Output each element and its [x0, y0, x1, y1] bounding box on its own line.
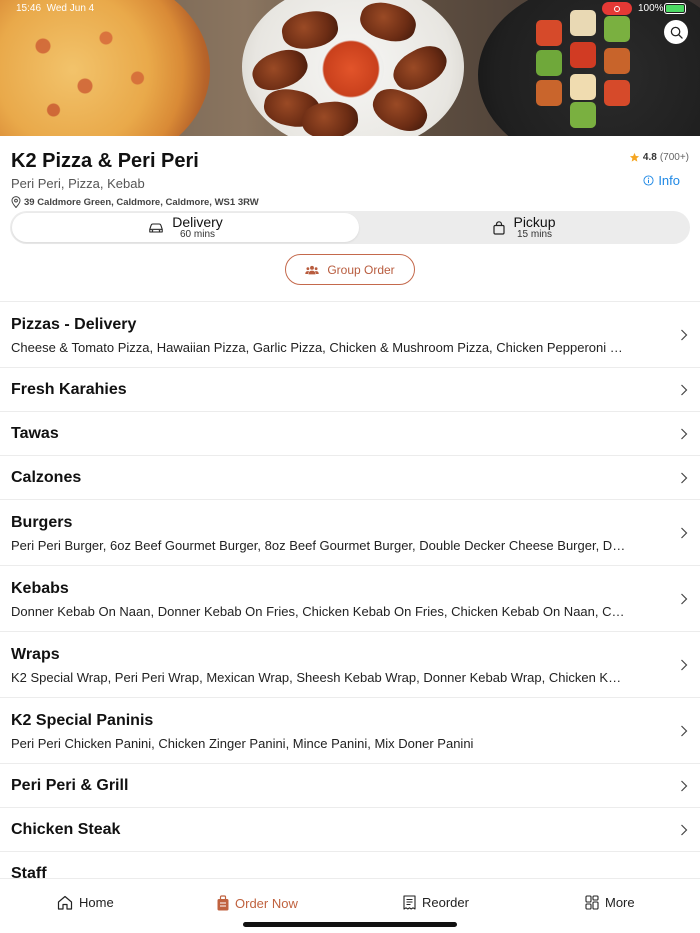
- battery-percent: 100%: [638, 3, 664, 14]
- nav-order-now[interactable]: Order Now: [217, 895, 298, 911]
- pickup-option[interactable]: Pickup 15 mins: [361, 213, 688, 242]
- search-button[interactable]: [664, 20, 688, 44]
- battery-icon: [664, 3, 686, 14]
- delivery-option[interactable]: Delivery 60 mins: [12, 213, 359, 242]
- restaurant-address: 39 Caldmore Green, Caldmore, Caldmore, W…: [11, 196, 259, 208]
- nav-more-label: More: [605, 895, 635, 910]
- category-name: Chicken Steak: [11, 821, 121, 838]
- category-item[interactable]: Peri Peri & Grill: [0, 764, 700, 808]
- restaurant-name: K2 Pizza & Peri Peri: [11, 150, 199, 172]
- pickup-label: Pickup: [513, 213, 556, 230]
- info-icon: [643, 175, 654, 186]
- shopping-bag-icon: [493, 220, 506, 235]
- chevron-right-icon: [681, 472, 688, 483]
- nav-home[interactable]: Home: [57, 895, 114, 910]
- nav-home-label: Home: [79, 895, 114, 910]
- rating-value: 4.8: [642, 152, 657, 163]
- group-order-label: Group Order: [327, 262, 395, 277]
- delivery-label: Delivery: [172, 213, 223, 230]
- category-name: Burgers: [11, 514, 73, 531]
- screen-recording-icon: [602, 2, 632, 15]
- receipt-icon: [403, 895, 416, 910]
- category-item[interactable]: Fresh Karahies: [0, 368, 700, 412]
- home-icon: [57, 895, 73, 910]
- chevron-right-icon: [681, 329, 688, 340]
- category-description: Peri Peri Chicken Panini, Chicken Zinger…: [11, 736, 474, 751]
- category-item[interactable]: Calzones: [0, 456, 700, 500]
- group-order-button[interactable]: Group Order: [285, 254, 415, 285]
- car-icon: [149, 222, 163, 233]
- star-icon: [629, 152, 639, 162]
- pickup-time: 15 mins: [516, 228, 552, 240]
- category-name: Kebabs: [11, 580, 69, 597]
- category-item[interactable]: Pizzas - Delivery Cheese & Tomato Pizza,…: [0, 302, 700, 368]
- address-text: 39 Caldmore Green, Caldmore, Caldmore, W…: [24, 196, 259, 208]
- rating-count: (700+): [659, 152, 689, 163]
- category-description: Donner Kebab On Naan, Donner Kebab On Fr…: [11, 604, 626, 619]
- category-name: Calzones: [11, 469, 82, 486]
- category-item[interactable]: Tawas: [0, 412, 700, 456]
- category-name: Peri Peri & Grill: [11, 777, 129, 794]
- nav-reorder-label: Reorder: [422, 895, 469, 910]
- category-name: Pizzas - Delivery: [11, 316, 137, 333]
- chevron-right-icon: [681, 527, 688, 538]
- category-description: K2 Special Wrap, Peri Peri Wrap, Mexican…: [11, 670, 626, 685]
- order-bag-icon: [217, 895, 229, 911]
- sauce-dip-image: [318, 38, 384, 100]
- category-name: Tawas: [11, 425, 59, 442]
- skewers-image: [478, 0, 700, 136]
- search-icon: [670, 26, 683, 39]
- fulfilment-toggle: Delivery 60 mins Pickup 15 mins: [10, 211, 690, 244]
- chevron-right-icon: [681, 824, 688, 835]
- chevron-right-icon: [681, 384, 688, 395]
- category-item[interactable]: Chicken Steak: [0, 808, 700, 852]
- nav-more[interactable]: More: [585, 895, 635, 910]
- chevron-right-icon: [681, 725, 688, 736]
- chevron-right-icon: [681, 659, 688, 670]
- category-name: Wraps: [11, 646, 60, 663]
- grid-icon: [585, 895, 599, 910]
- nav-reorder[interactable]: Reorder: [403, 895, 469, 910]
- info-link[interactable]: Info: [643, 173, 680, 188]
- status-bar: 15:46 Wed Jun 4 100%: [0, 0, 700, 18]
- chevron-right-icon: [681, 428, 688, 439]
- category-name: K2 Special Paninis: [11, 712, 154, 729]
- category-description: Peri Peri Burger, 6oz Beef Gourmet Burge…: [11, 538, 626, 553]
- chevron-right-icon: [681, 593, 688, 604]
- nav-order-now-label: Order Now: [235, 895, 298, 911]
- group-icon: [305, 265, 320, 274]
- home-indicator: [243, 922, 457, 927]
- restaurant-cuisines: Peri Peri, Pizza, Kebab: [11, 176, 145, 191]
- category-item[interactable]: Wraps K2 Special Wrap, Peri Peri Wrap, M…: [0, 632, 700, 698]
- category-item[interactable]: Kebabs Donner Kebab On Naan, Donner Keba…: [0, 566, 700, 632]
- pizza-image: [0, 0, 210, 136]
- info-label: Info: [658, 173, 680, 188]
- status-time: 15:46 Wed Jun 4: [16, 3, 95, 14]
- category-name: Fresh Karahies: [11, 381, 127, 398]
- delivery-time: 60 mins: [179, 228, 215, 240]
- rating: 4.8 (700+): [629, 152, 689, 163]
- hero-image: 15:46 Wed Jun 4 100%: [0, 0, 700, 136]
- category-description: Cheese & Tomato Pizza, Hawaiian Pizza, G…: [11, 340, 626, 355]
- chevron-right-icon: [681, 780, 688, 791]
- location-pin-icon: [11, 196, 21, 208]
- category-item[interactable]: Burgers Peri Peri Burger, 6oz Beef Gourm…: [0, 500, 700, 566]
- category-list: Pizzas - Delivery Cheese & Tomato Pizza,…: [0, 302, 700, 896]
- category-item[interactable]: K2 Special Paninis Peri Peri Chicken Pan…: [0, 698, 700, 764]
